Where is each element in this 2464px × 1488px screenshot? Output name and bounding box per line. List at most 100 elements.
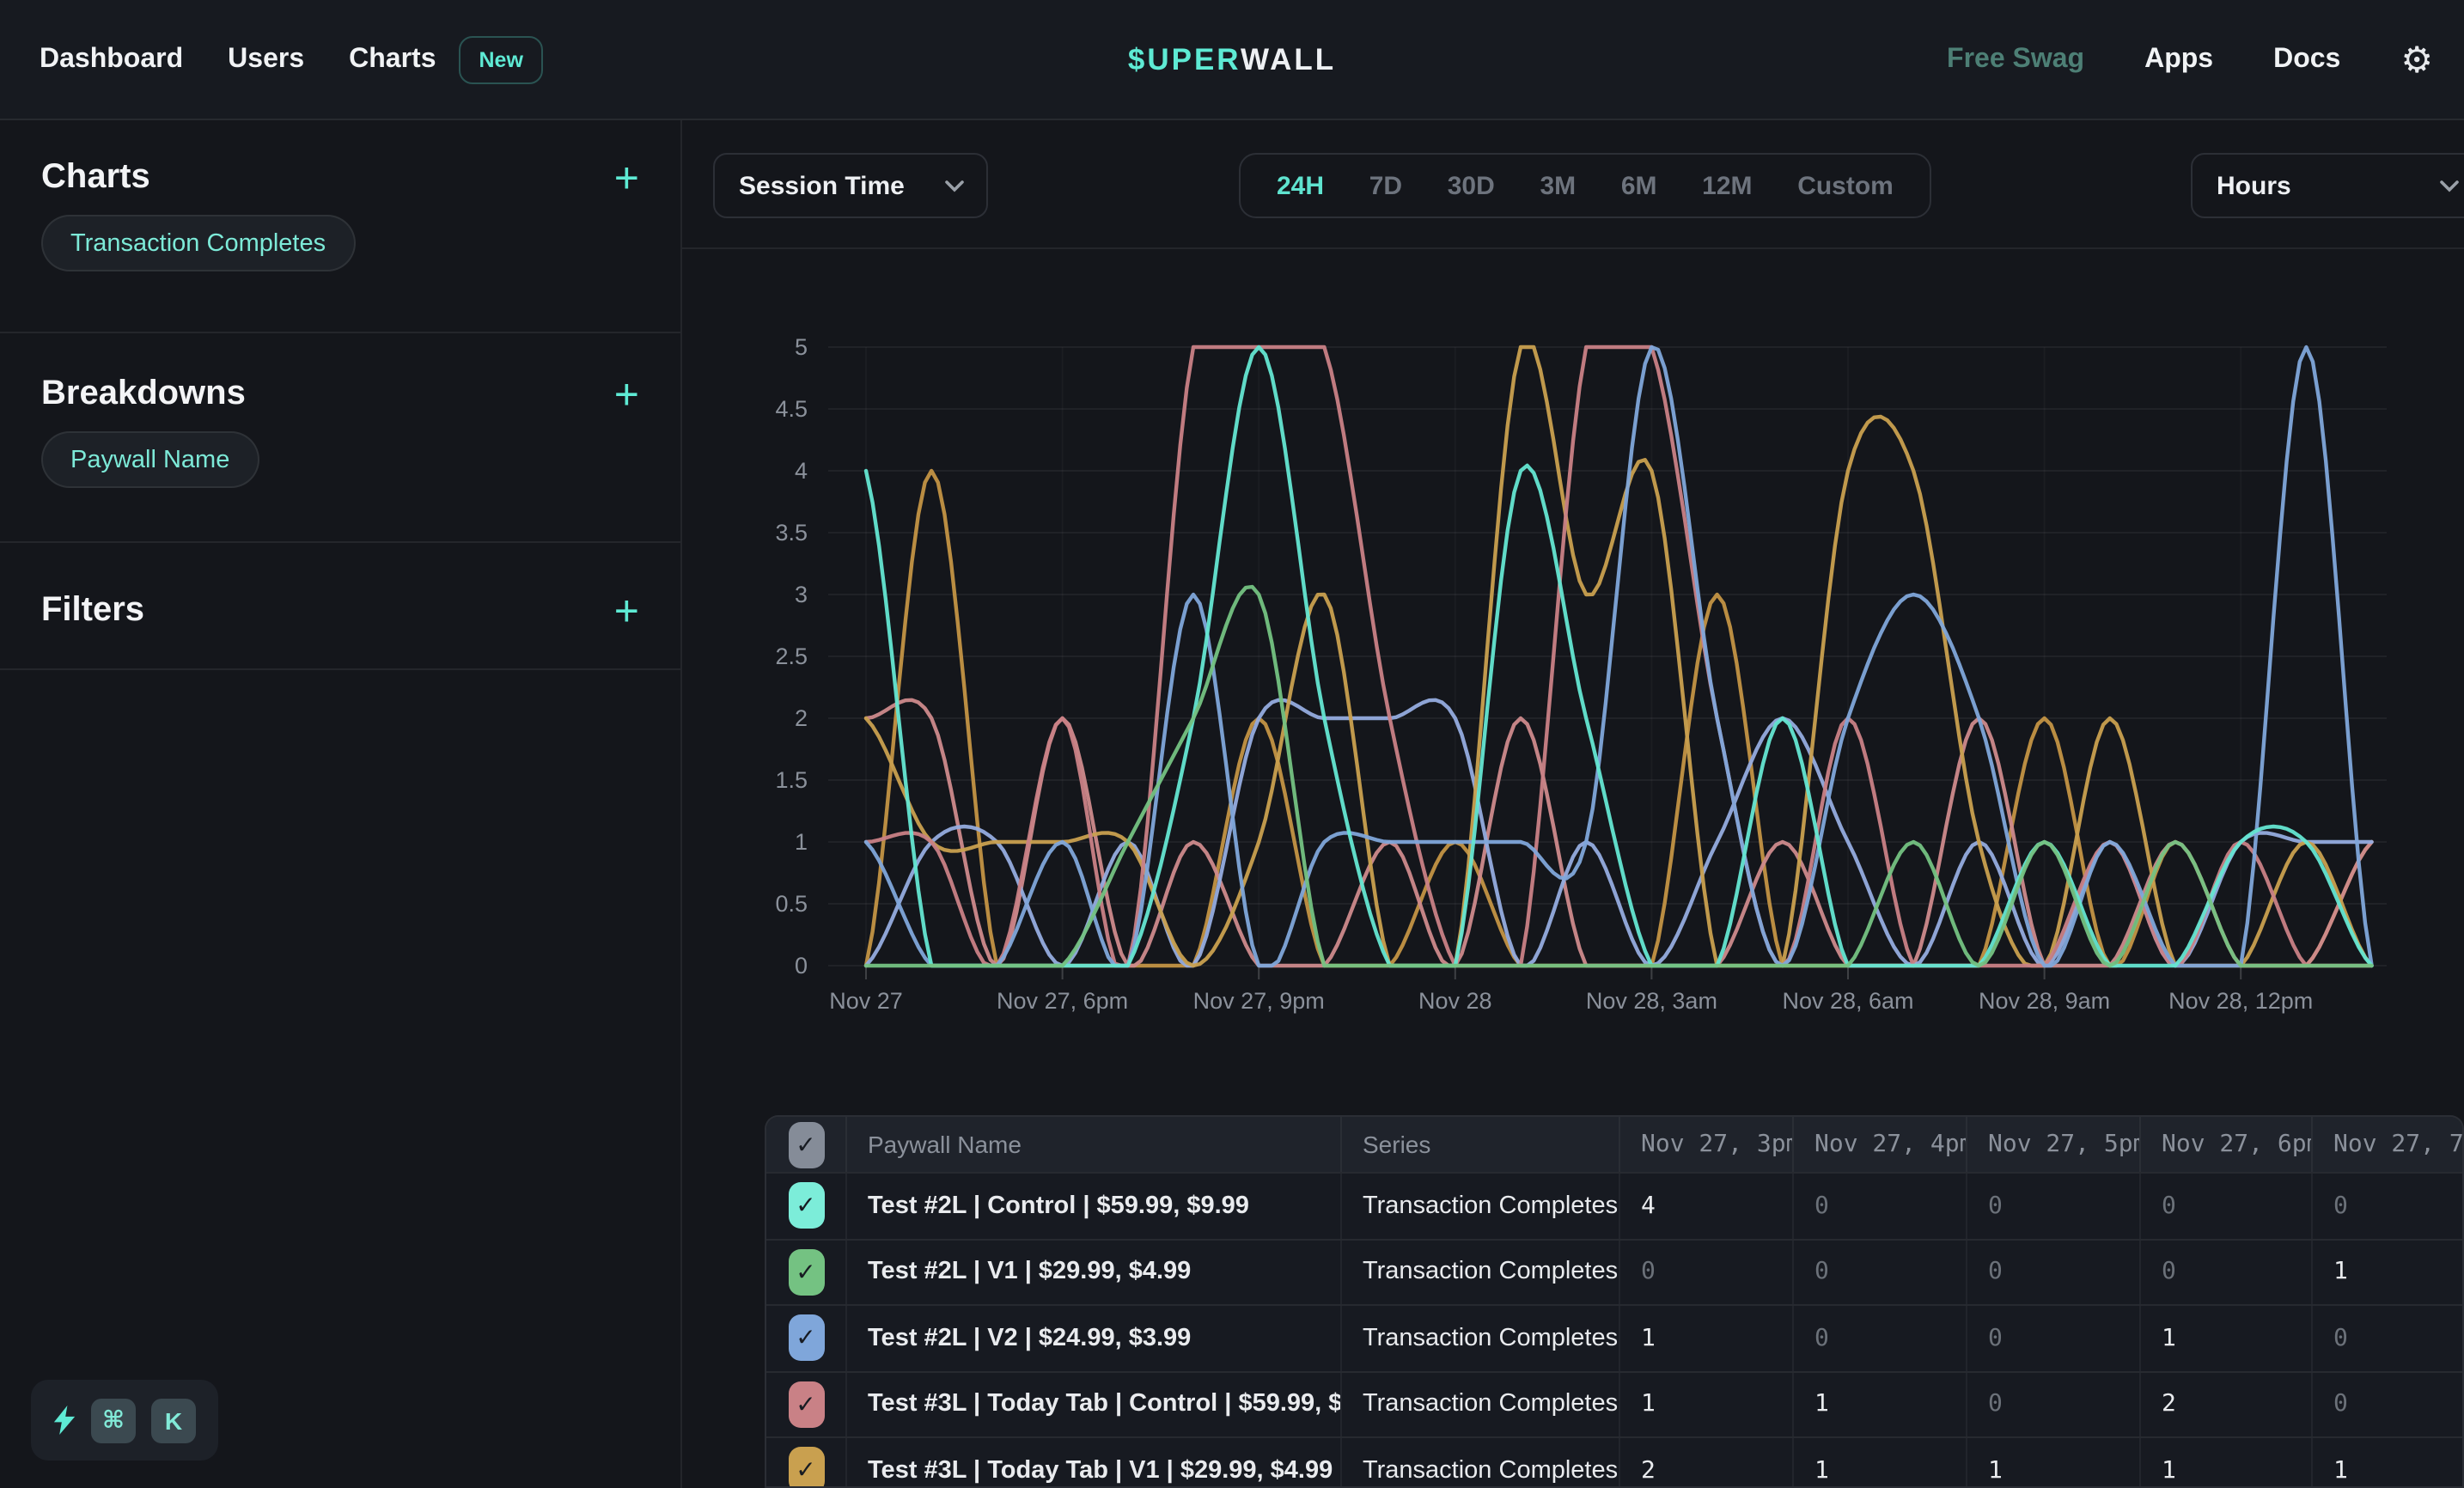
range-tab-3m[interactable]: 3M <box>1540 171 1576 200</box>
charts-section-title: Charts <box>41 158 150 198</box>
column-header-6: Nov 27, 7pm <box>2313 1117 2464 1172</box>
column-header-0: Paywall Name <box>847 1117 1342 1172</box>
table-row: ✓ Test #2L | V2 | $24.99, $3.99Transactio… <box>766 1304 2464 1370</box>
row-checkbox-cell: ✓ <box>766 1438 847 1488</box>
select-all-checkbox[interactable]: ✓ <box>788 1121 824 1168</box>
value-cell: 1 <box>2141 1438 2313 1488</box>
y-axis-label: 3 <box>795 582 808 607</box>
value-cell: 1 <box>1794 1438 1967 1488</box>
metric-select[interactable]: Session Time <box>713 153 988 218</box>
x-axis-label: Nov 27, 6pm <box>997 988 1128 1014</box>
nav-item-docs[interactable]: Docs <box>2273 45 2340 76</box>
logo-rest-text: WALL <box>1241 41 1336 76</box>
row-checkbox-cell: ✓ <box>766 1306 847 1370</box>
paywall-name-cell: Test #2L | Control | $59.99, $9.99 <box>847 1174 1342 1238</box>
y-axis-label: 2.5 <box>775 643 808 669</box>
filters-section-title: Filters <box>41 591 144 631</box>
table-row: ✓ Test #3L | Today Tab | Control | $59.99… <box>766 1370 2464 1436</box>
column-header-3: Nov 27, 4pm <box>1794 1117 1967 1172</box>
value-cell: 0 <box>1967 1372 2141 1436</box>
nav-item-dashboard[interactable]: Dashboard <box>40 44 183 75</box>
column-header-4: Nov 27, 5pm <box>1967 1117 2141 1172</box>
y-axis-label: 3.5 <box>775 520 808 546</box>
range-tab-12m[interactable]: 12M <box>1702 171 1752 200</box>
superwall-logo[interactable]: $UPERWALL <box>1128 41 1336 77</box>
command-palette-shortcut[interactable]: ⌘ K <box>31 1380 218 1461</box>
row-checkbox[interactable]: ✓ <box>788 1315 824 1362</box>
nav-item-apps[interactable]: Apps <box>2144 45 2213 76</box>
chip-transaction-completes[interactable]: Transaction Completes <box>41 215 355 271</box>
lightning-icon <box>53 1406 76 1435</box>
range-tab-6m[interactable]: 6M <box>1621 171 1657 200</box>
chip-paywall-name[interactable]: Paywall Name <box>41 431 259 488</box>
range-tab-24h[interactable]: 24H <box>1277 171 1324 200</box>
series-cell: Transaction Completes <box>1342 1438 1620 1488</box>
range-tab-30d[interactable]: 30D <box>1448 171 1495 200</box>
series-cell: Transaction Completes <box>1342 1174 1620 1238</box>
value-cell: 1 <box>2313 1438 2464 1488</box>
series-cell: Transaction Completes <box>1342 1372 1620 1436</box>
value-cell: 0 <box>2313 1174 2464 1238</box>
nav-left-group: Dashboard Users Charts New <box>0 35 544 83</box>
value-cell: 1 <box>2313 1240 2464 1304</box>
k-keycap: K <box>151 1398 196 1442</box>
add-chart-button[interactable]: + <box>614 159 639 197</box>
row-checkbox-cell: ✓ <box>766 1372 847 1436</box>
value-cell: 0 <box>1794 1240 1967 1304</box>
nav-item-users[interactable]: Users <box>228 44 304 75</box>
line-chart: 00.511.522.533.544.55Nov 27Nov 27, 6pmNo… <box>682 258 2464 1065</box>
column-header-5: Nov 27, 6pm <box>2141 1117 2313 1172</box>
x-axis-label: Nov 28 <box>1418 988 1492 1014</box>
column-header-2: Nov 27, 3pm <box>1620 1117 1794 1172</box>
y-axis-label: 4.5 <box>775 396 808 422</box>
add-breakdown-button[interactable]: + <box>614 375 639 413</box>
row-checkbox-cell: ✓ <box>766 1240 847 1304</box>
column-header-1: Series <box>1342 1117 1620 1172</box>
table-row: ✓ Test #2L | Control | $59.99, $9.99Trans… <box>766 1172 2464 1238</box>
value-cell: 1 <box>1794 1372 1967 1436</box>
row-checkbox[interactable]: ✓ <box>788 1249 824 1296</box>
x-axis-label: Nov 28, 3am <box>1586 988 1717 1014</box>
value-cell: 0 <box>1620 1240 1794 1304</box>
metric-select-value: Session Time <box>739 171 905 200</box>
sidebar: Charts + Transaction Completes Breakdown… <box>0 120 682 1488</box>
table-header-row: ✓ Paywall NameSeriesNov 27, 3pmNov 27, 4p… <box>766 1117 2464 1172</box>
chart-controls-bar: Session Time 24H 7D 30D 3M 6M 12M Custom Hours <box>682 120 2464 249</box>
main-content: Session Time 24H 7D 30D 3M 6M 12M Custom Hours… <box>682 120 2464 1488</box>
paywall-name-cell: Test #2L | V1 | $29.99, $4.99 <box>847 1240 1342 1304</box>
app-root: Dashboard Users Charts New $UPERWALL Fre… <box>0 0 2464 1488</box>
nav-item-charts-group: Charts New <box>349 35 544 83</box>
nav-item-free-swag[interactable]: Free Swag <box>1947 45 2084 76</box>
new-badge: New <box>459 35 544 83</box>
chevron-down-icon <box>945 180 964 192</box>
range-tab-7d[interactable]: 7D <box>1369 171 1402 200</box>
value-cell: 2 <box>1620 1438 1794 1488</box>
row-checkbox[interactable]: ✓ <box>788 1381 824 1428</box>
range-tab-custom[interactable]: Custom <box>1797 171 1894 200</box>
breakdowns-section-title: Breakdowns <box>41 375 246 414</box>
value-cell: 1 <box>1620 1372 1794 1436</box>
value-cell: 0 <box>2141 1240 2313 1304</box>
series-cell: Transaction Completes <box>1342 1306 1620 1370</box>
sidebar-section-breakdowns: Breakdowns + Paywall Name <box>0 333 680 543</box>
breakdown-table: ✓ Paywall NameSeriesNov 27, 3pmNov 27, 4p… <box>765 1115 2464 1488</box>
add-filter-button[interactable]: + <box>614 592 639 630</box>
series-cell: Transaction Completes <box>1342 1240 1620 1304</box>
granularity-select-value: Hours <box>2217 171 2291 200</box>
gear-icon[interactable]: ⚙ <box>2400 42 2433 78</box>
top-nav: Dashboard Users Charts New $UPERWALL Fre… <box>0 0 2464 120</box>
value-cell: 1 <box>2141 1306 2313 1370</box>
row-checkbox-cell: ✓ <box>766 1174 847 1238</box>
value-cell: 4 <box>1620 1174 1794 1238</box>
nav-item-charts[interactable]: Charts <box>349 44 436 75</box>
x-axis-label: Nov 27, 9pm <box>1193 988 1325 1014</box>
value-cell: 1 <box>1967 1438 2141 1488</box>
breakdown-table-inner: ✓ Paywall NameSeriesNov 27, 3pmNov 27, 4p… <box>766 1117 2464 1488</box>
sidebar-section-filters: Filters + <box>0 543 680 670</box>
paywall-name-cell: Test #3L | Today Tab | Control | $59.99,… <box>847 1372 1342 1436</box>
paywall-name-cell: Test #2L | V2 | $24.99, $3.99 <box>847 1306 1342 1370</box>
row-checkbox[interactable]: ✓ <box>788 1183 824 1229</box>
x-axis-label: Nov 28, 6am <box>1782 988 1913 1014</box>
row-checkbox[interactable]: ✓ <box>788 1448 824 1488</box>
granularity-select[interactable]: Hours <box>2191 153 2464 218</box>
